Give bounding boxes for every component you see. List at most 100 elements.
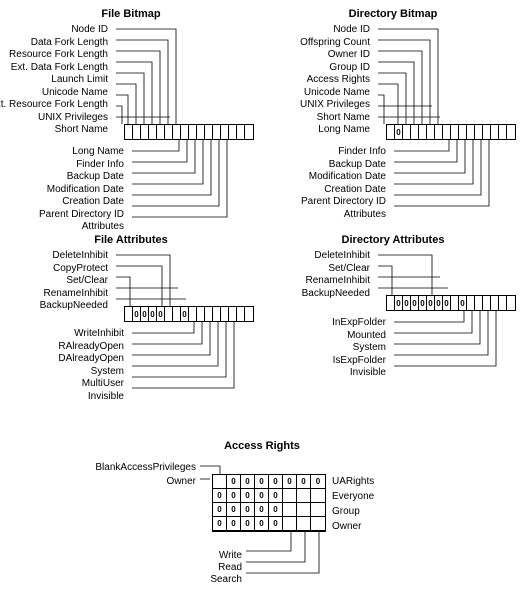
bit-cell: [205, 307, 213, 321]
directory-attributes-title: Directory Attributes: [270, 234, 516, 246]
directory-bitmap-diagram: Node ID Offspring Count Owner ID Group I…: [270, 24, 516, 234]
ar-cell: [283, 503, 297, 517]
bit-cell: 0: [181, 307, 189, 321]
label: System: [353, 342, 386, 353]
label: DAlreadyOpen: [58, 353, 124, 364]
bit-cell: [245, 125, 253, 139]
directory-bitmap-top-labels: Node ID Offspring Count Owner ID Group I…: [300, 24, 370, 135]
bit-cell: [189, 125, 197, 139]
directory-bitmap-section: Directory Bitmap Node ID Offspring Count…: [270, 8, 516, 234]
label: Long Name: [72, 146, 124, 157]
bit-cell: [483, 296, 491, 310]
ar-cell: [311, 503, 325, 517]
directory-attributes-diagram: DeleteInhibit Set/Clear RenameInhibit Ba…: [270, 250, 516, 430]
bit-cell: [451, 296, 459, 310]
label: Unicode Name: [304, 87, 370, 98]
label: MultiUser: [82, 378, 124, 389]
file-attributes-bitbox: 0 0 0 0 0: [124, 306, 254, 322]
access-rights-left-labels: BlankAccessPrivileges Owner: [95, 461, 196, 488]
ar-cell: 0: [269, 475, 283, 489]
bit-cell: 0: [419, 296, 427, 310]
label: Invisible: [350, 367, 386, 378]
label: Backup Date: [329, 159, 386, 170]
label: Creation Date: [62, 196, 124, 207]
ar-cell: [311, 517, 325, 531]
label: System: [91, 366, 124, 377]
label: Mounted: [347, 330, 386, 341]
label: BackupNeeded: [302, 288, 370, 299]
bit-cell: [165, 125, 173, 139]
label: Modification Date: [47, 184, 124, 195]
bit-cell: [165, 307, 173, 321]
bit-cell: 0: [427, 296, 435, 310]
label: WriteInhibit: [74, 328, 124, 339]
ar-cell: [213, 475, 227, 489]
bit-cell: [499, 125, 507, 139]
label: Everyone: [332, 490, 374, 504]
label: Attributes: [82, 221, 124, 232]
label: Ext. Resource Fork Length: [0, 99, 108, 110]
directory-bitmap-bitbox: 0: [386, 124, 516, 140]
ar-cell: [297, 517, 311, 531]
label: RenameInhibit: [306, 275, 370, 286]
label: Creation Date: [324, 184, 386, 195]
ar-cell: 0: [213, 503, 227, 517]
directory-attributes-section: Directory Attributes DeleteInhibit Set/C…: [270, 234, 516, 430]
label: Data Fork Length: [31, 37, 108, 48]
bit-cell: [387, 296, 395, 310]
file-bitmap-bottom-labels: Long Name Finder Info Backup Date Modifi…: [39, 146, 124, 232]
ar-cell: 0: [241, 517, 255, 531]
bit-cell: [499, 296, 507, 310]
row-bitmaps: File Bitmap Node ID Data Fork Length Res…: [8, 8, 516, 234]
label: RAlreadyOpen: [58, 341, 124, 352]
label: Short Name: [55, 124, 108, 135]
bit-cell: [491, 125, 499, 139]
bit-cell: [173, 307, 181, 321]
ar-cell: [311, 489, 325, 503]
label: CopyProtect: [53, 263, 108, 274]
label: Finder Info: [76, 159, 124, 170]
access-rights-row-labels: UARights Everyone Group Owner: [332, 475, 374, 534]
directory-bitmap-bottom-labels: Finder Info Backup Date Modification Dat…: [301, 146, 386, 220]
access-rights-title: Access Rights: [224, 440, 300, 452]
label: DeleteInhibit: [52, 250, 108, 261]
ar-cell: 0: [269, 489, 283, 503]
file-attributes-bottom-labels: WriteInhibit RAlreadyOpen DAlreadyOpen S…: [58, 328, 124, 402]
ar-cell: 0: [255, 489, 269, 503]
ar-cell: [297, 503, 311, 517]
label: Owner: [332, 520, 374, 534]
bit-cell: [213, 125, 221, 139]
bit-cell: [229, 125, 237, 139]
ar-cell: 0: [269, 503, 283, 517]
bit-cell: [221, 125, 229, 139]
bit-cell: [141, 125, 149, 139]
label: Access Rights: [307, 74, 370, 85]
bit-cell: 0: [435, 296, 443, 310]
ar-cell: [283, 517, 297, 531]
bit-cell: 0: [395, 296, 403, 310]
bit-cell: 0: [411, 296, 419, 310]
bit-cell: [189, 307, 197, 321]
ar-cell: 0: [241, 503, 255, 517]
bit-cell: [197, 125, 205, 139]
label: InExpFolder: [332, 317, 386, 328]
bit-cell: 0: [443, 296, 451, 310]
label: Node ID: [333, 24, 370, 35]
ar-cell: 0: [255, 503, 269, 517]
file-bitmap-title: File Bitmap: [8, 8, 254, 20]
bit-cell: 0: [157, 307, 165, 321]
bit-cell: 0: [403, 296, 411, 310]
label: Attributes: [344, 209, 386, 220]
bit-cell: [467, 296, 475, 310]
bit-cell: [221, 307, 229, 321]
ar-cell: 0: [227, 503, 241, 517]
bit-cell: [197, 307, 205, 321]
file-bitmap-bitbox: [124, 124, 254, 140]
ar-cell: 0: [269, 517, 283, 531]
bit-cell: [229, 307, 237, 321]
label: BlankAccessPrivileges: [95, 461, 196, 474]
bit-cell: 0: [133, 307, 141, 321]
label: Resource Fork Length: [9, 49, 108, 60]
bit-cell: [387, 125, 395, 139]
ar-cell: 0: [311, 475, 325, 489]
